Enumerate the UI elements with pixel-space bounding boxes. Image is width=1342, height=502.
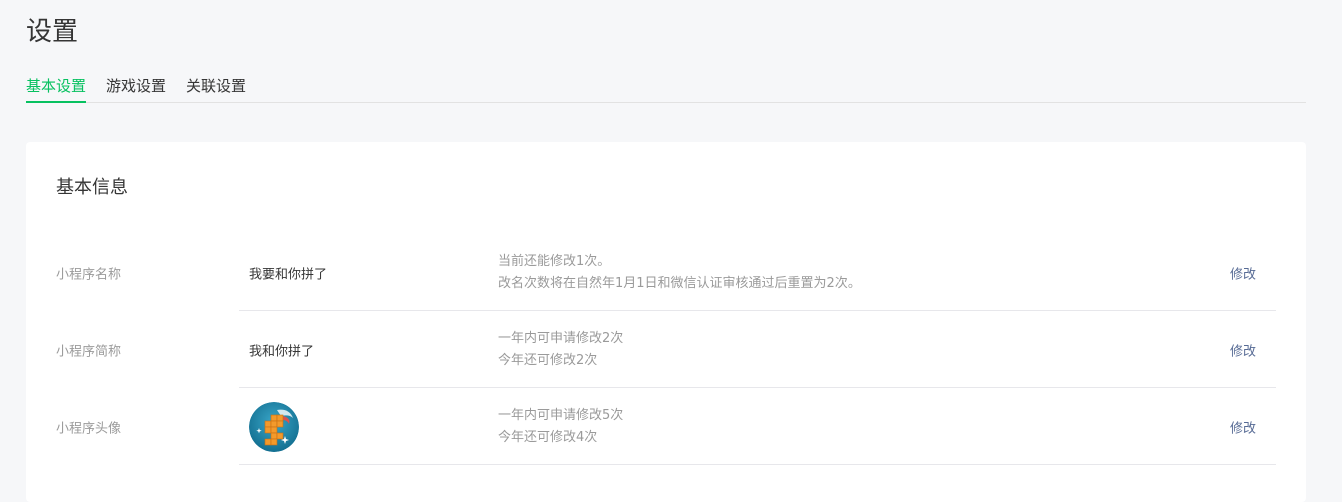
row-desc-line: 今年还可修改4次 — [498, 429, 598, 445]
edit-short-name-link[interactable]: 修改 — [1230, 340, 1256, 359]
row-mini-program-avatar: 小程序头像 一年内可申请修改5次 今年还可修改4次 修改 — [26, 388, 1306, 465]
row-description: 当前还能修改1次。 改名次数将在自然年1月1日和微信认证审核通过后重置为2次。 — [498, 251, 861, 295]
basic-info-card: 基本信息 小程序名称 我要和你拼了 当前还能修改1次。 改名次数将在自然年1月1… — [26, 142, 1306, 502]
edit-avatar-link[interactable]: 修改 — [1230, 417, 1256, 436]
row-divider — [239, 464, 1276, 465]
tab-game-settings[interactable]: 游戏设置 — [106, 72, 166, 102]
row-description: 一年内可申请修改2次 今年还可修改2次 — [498, 328, 623, 372]
row-desc-line: 一年内可申请修改5次 — [498, 407, 624, 423]
row-label: 小程序头像 — [56, 421, 122, 436]
page-title: 设置 — [26, 17, 79, 47]
row-desc-line: 当前还能修改1次。 — [498, 253, 611, 269]
row-desc-line: 今年还可修改2次 — [498, 352, 598, 368]
row-mini-program-name: 小程序名称 我要和你拼了 当前还能修改1次。 改名次数将在自然年1月1日和微信认… — [26, 234, 1306, 311]
app-avatar-icon — [249, 401, 299, 452]
card-title: 基本信息 — [56, 177, 128, 198]
edit-name-link[interactable]: 修改 — [1230, 263, 1256, 282]
row-description: 一年内可申请修改5次 今年还可修改4次 — [498, 405, 623, 449]
row-mini-program-short-name: 小程序简称 我和你拼了 一年内可申请修改2次 今年还可修改2次 修改 — [26, 311, 1306, 388]
row-desc-line: 一年内可申请修改2次 — [498, 330, 624, 346]
row-value: 我要和你拼了 — [249, 267, 328, 282]
row-label: 小程序名称 — [56, 267, 122, 282]
tab-related-settings[interactable]: 关联设置 — [186, 72, 246, 102]
row-label: 小程序简称 — [56, 344, 122, 359]
tab-bar: 基本设置 游戏设置 关联设置 — [26, 72, 1306, 103]
row-desc-line: 改名次数将在自然年1月1日和微信认证审核通过后重置为2次。 — [498, 275, 861, 291]
row-value: 我和你拼了 — [249, 344, 315, 359]
tab-basic-settings[interactable]: 基本设置 — [26, 72, 87, 103]
